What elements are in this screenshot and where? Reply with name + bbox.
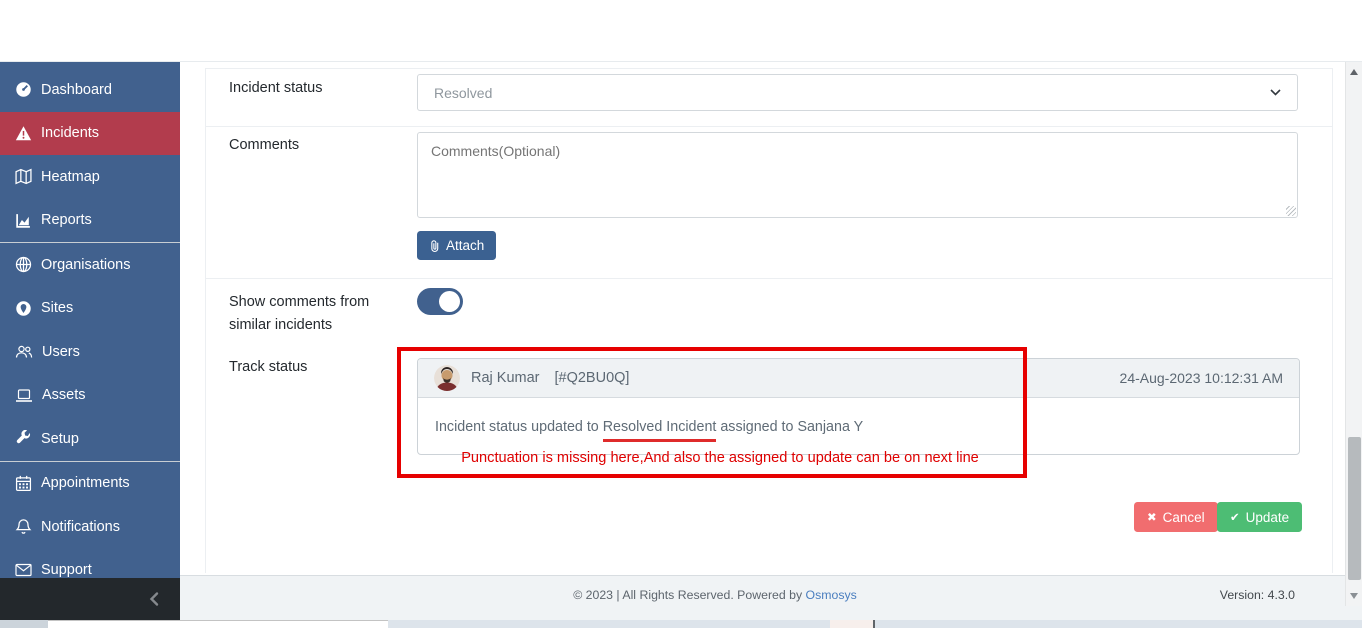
sidebar-item-heatmap[interactable]: Heatmap xyxy=(0,155,180,199)
globe-icon xyxy=(15,256,32,273)
panel-border-left xyxy=(205,68,206,573)
calendar-icon xyxy=(15,475,32,492)
scrollbar-thumb[interactable] xyxy=(1348,437,1361,580)
osmosys-link[interactable]: Osmosys xyxy=(806,588,857,602)
attach-button[interactable]: Attach xyxy=(417,231,496,260)
update-button[interactable]: ✔ Update xyxy=(1217,502,1302,532)
sidebar-item-dashboard[interactable]: Dashboard xyxy=(0,68,180,112)
laptop-icon xyxy=(15,388,33,403)
track-status-label: Track status xyxy=(229,359,307,375)
panel-border-top xyxy=(205,68,1333,69)
chevron-down-icon xyxy=(1270,89,1281,96)
toggle-knob xyxy=(439,291,460,312)
chevron-left-icon xyxy=(148,591,160,607)
sidebar-collapse-button[interactable] xyxy=(0,578,180,620)
row-divider xyxy=(205,126,1333,127)
review-annotation-note: Punctuation is missing here,And also the… xyxy=(420,450,1020,466)
sidebar-nav: Dashboard Incidents Heatmap Reports Orga… xyxy=(0,62,180,620)
sidebar-item-assets[interactable]: Assets xyxy=(0,374,180,418)
envelope-icon xyxy=(15,563,32,577)
bell-icon xyxy=(15,518,32,535)
vertical-scrollbar[interactable] xyxy=(1345,62,1362,606)
x-icon: ✖ xyxy=(1147,510,1157,524)
app-window: INCIDENT REPORTER 365 Edit incident Gopi… xyxy=(0,0,1362,628)
top-header xyxy=(0,0,1362,62)
sidebar-item-appointments[interactable]: Appointments xyxy=(0,462,180,506)
sidebar-item-notifications[interactable]: Notifications xyxy=(0,505,180,549)
check-icon: ✔ xyxy=(1230,510,1240,524)
incident-status-value: Resolved xyxy=(434,85,1270,101)
sidebar-item-setup[interactable]: Setup xyxy=(0,417,180,461)
map-marker-icon xyxy=(15,300,32,317)
footer-copyright: © 2023 | All Rights Reserved. Powered by… xyxy=(180,588,1250,602)
map-icon xyxy=(15,168,32,185)
textarea-resize-handle[interactable] xyxy=(1286,206,1296,216)
incident-status-label: Incident status xyxy=(229,80,323,96)
sidebar-item-sites[interactable]: Sites xyxy=(0,287,180,331)
row-divider xyxy=(205,278,1333,279)
scroll-up-arrow-icon[interactable] xyxy=(1350,69,1358,75)
comments-label: Comments xyxy=(229,137,299,153)
taskbar-strip xyxy=(0,620,1362,628)
warning-icon xyxy=(15,125,32,142)
comments-input[interactable] xyxy=(417,132,1298,218)
show-comments-toggle[interactable] xyxy=(417,288,463,315)
sidebar-item-reports[interactable]: Reports xyxy=(0,199,180,243)
gauge-icon xyxy=(15,81,32,98)
chart-icon xyxy=(15,212,32,229)
incident-status-select[interactable]: Resolved xyxy=(417,74,1298,111)
paperclip-icon xyxy=(429,239,440,253)
sidebar-item-organisations[interactable]: Organisations xyxy=(0,243,180,287)
users-icon xyxy=(15,344,33,359)
cancel-button[interactable]: ✖ Cancel xyxy=(1134,502,1218,532)
sidebar-item-users[interactable]: Users xyxy=(0,330,180,374)
comment-timestamp: 24-Aug-2023 10:12:31 AM xyxy=(1120,370,1283,386)
panel-border-right xyxy=(1332,68,1333,573)
footer-version: Version: 4.3.0 xyxy=(1220,588,1295,602)
show-comments-label: Show comments from similar incidents xyxy=(229,291,404,337)
wrench-icon xyxy=(15,430,32,447)
scroll-down-arrow-icon[interactable] xyxy=(1350,593,1358,599)
sidebar-item-incidents[interactable]: Incidents xyxy=(0,112,180,156)
